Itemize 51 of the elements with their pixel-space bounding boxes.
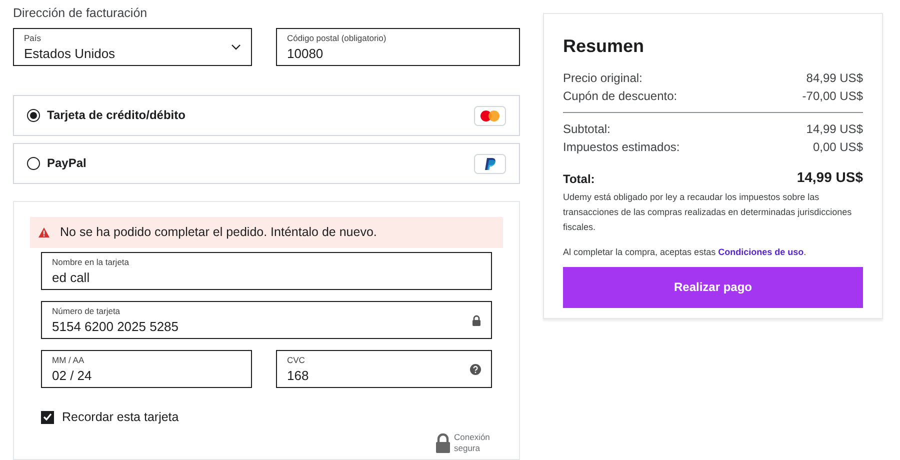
terms-link[interactable]: Condiciones de uso [718,247,804,257]
card-number-field[interactable]: Número de tarjeta 5154 6200 2025 5285 [41,301,492,339]
expiry-field[interactable]: MM / AA 02 / 24 [41,350,252,388]
radio-button[interactable] [27,156,40,170]
field-label: CVC [287,356,306,365]
chevron-down-icon [231,44,241,50]
summary-title: Resumen [563,35,646,58]
lock-icon [472,314,481,326]
row-value: -70,00 US$ [802,88,863,105]
postal-code-field[interactable]: Código postal (obligatorio) 10080 [276,28,520,66]
country-select[interactable]: País Estados Unidos [13,28,252,66]
pay-button[interactable]: Realizar pago [563,266,863,308]
option-label: PayPal [47,155,86,172]
field-value: ed call [52,270,91,284]
paypal-logo-icon [474,154,506,174]
warning-icon [38,227,50,238]
card-logo-icon [474,106,506,126]
row-label: Precio original: [563,70,642,87]
checkbox[interactable] [41,410,54,424]
total-label: Total: [563,171,595,188]
row-label: Cupón de descuento: [563,88,678,105]
error-message: No se ha podido completar el pedido. Inténtalo de nuevo. [60,224,377,242]
help-icon [470,364,481,374]
lock-icon [435,432,451,453]
payment-option[interactable]: PayPal [13,143,520,184]
field-label: Nombre en la tarjeta [52,258,130,267]
row-label: Impuestos estimados: [563,139,680,156]
row-value: 84,99 US$ [806,70,863,87]
option-label: Tarjeta de crédito/débito [47,107,186,124]
secure-connection-label: Conexión segura [454,432,491,454]
total-value: 14,99 US$ [796,168,863,187]
row-value: 0,00 US$ [812,139,863,156]
field-value: 10080 [287,46,324,60]
field-value: 168 [287,368,310,382]
tax-note: Udemy está obligado por ley a recaudar los impuestos sobre las transacciones de las compras realizadas en determinadas jurisdicciones fiscales. [563,191,853,234]
field-label: País [24,34,42,43]
checkbox-label: Recordar esta tarjeta [62,409,179,426]
row-label: Subtotal: [563,121,610,138]
radio-button[interactable] [27,108,40,122]
field-value: 02 / 24 [52,368,93,382]
field-value: Estados Unidos [24,46,116,60]
terms-text: Al completar la compra, aceptas estas Condiciones de uso. [563,246,808,259]
field-label: Número de tarjeta [52,307,122,316]
field-value: 5154 6200 2025 5285 [52,320,180,333]
card-name-field[interactable]: Nombre en la tarjeta ed call [41,252,492,290]
field-label: MM / AA [52,356,86,365]
row-value: 14,99 US$ [806,121,863,138]
section-title: Dirección de facturación [13,5,148,20]
field-label: Código postal (obligatorio) [287,34,388,43]
cvc-field[interactable]: CVC 168 [276,350,492,388]
payment-option[interactable]: Tarjeta de crédito/débito [13,95,520,136]
